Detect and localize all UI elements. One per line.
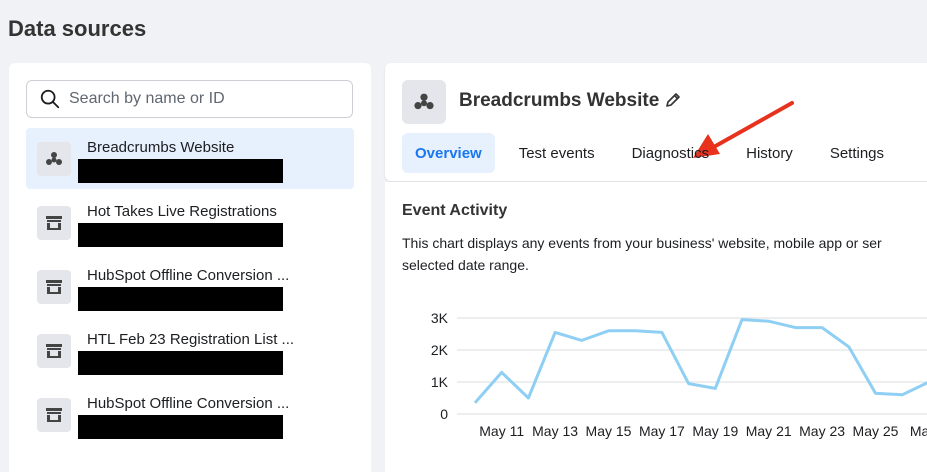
source-list: Breadcrumbs Website Hot Takes Live Regis… [26, 128, 354, 448]
description-line: selected date range. [402, 257, 529, 273]
source-item[interactable]: Hot Takes Live Registrations [26, 192, 354, 253]
x-tick-label: May 13 [532, 423, 578, 439]
source-item[interactable]: Breadcrumbs Website [26, 128, 354, 189]
tab-history[interactable]: History [733, 133, 806, 173]
source-item[interactable]: HubSpot Offline Conversion ... [26, 256, 354, 317]
x-tick-label: May 11 [479, 423, 524, 439]
x-tick-label: May 23 [799, 423, 845, 439]
redacted-id [78, 287, 283, 311]
x-tick-label: May 25 [853, 423, 899, 439]
pixel-icon [402, 80, 446, 124]
tab-bar: Overview Test events Diagnostics History… [402, 133, 908, 173]
tab-diagnostics[interactable]: Diagnostics [619, 133, 723, 173]
redacted-id [78, 415, 283, 439]
page-title: Data sources [8, 16, 147, 41]
source-name: Hot Takes Live Registrations [87, 203, 277, 220]
source-name: HubSpot Offline Conversion ... [87, 267, 290, 284]
source-name: HubSpot Offline Conversion ... [87, 395, 290, 412]
y-tick-label: 3K [431, 310, 449, 326]
store-icon [37, 334, 71, 368]
event-activity-title: Event Activity [402, 202, 508, 219]
source-item[interactable]: HTL Feb 23 Registration List ... [26, 320, 354, 381]
redacted-id [78, 223, 283, 247]
x-tick-label: May 19 [692, 423, 738, 439]
y-tick-label: 2K [431, 342, 449, 358]
event-activity-chart: 3K 2K 1K 0 May 11 May 13 May 15 May 17 May 19 May… [431, 310, 927, 439]
store-icon [37, 206, 71, 240]
search-input[interactable] [69, 90, 329, 108]
x-tick-label: May [910, 423, 927, 439]
source-item[interactable]: HubSpot Offline Conversion ... [26, 384, 354, 445]
y-tick-label: 1K [431, 374, 449, 390]
redacted-id [78, 351, 283, 375]
x-tick-label: May 21 [746, 423, 792, 439]
x-tick-label: May 15 [586, 423, 632, 439]
search-box[interactable] [26, 80, 353, 118]
data-source-title: Breadcrumbs Website [459, 90, 660, 111]
source-name: HTL Feb 23 Registration List ... [87, 331, 295, 348]
search-icon [40, 89, 60, 109]
store-icon [37, 398, 71, 432]
event-activity-description: This chart displays any events from your… [402, 232, 927, 276]
store-icon [37, 270, 71, 304]
series-line [473, 318, 927, 404]
event-activity-panel: Event Activity This chart displays any e… [385, 182, 927, 472]
tab-settings[interactable]: Settings [817, 133, 897, 173]
x-tick-label: May 17 [639, 423, 685, 439]
source-name: Breadcrumbs Website [87, 139, 235, 156]
data-source-header: Breadcrumbs Website Overview Test events… [385, 63, 927, 181]
pixel-icon [37, 142, 71, 176]
description-line: This chart displays any events from your… [402, 235, 882, 251]
tab-overview[interactable]: Overview [402, 133, 495, 173]
redacted-id [78, 159, 283, 183]
pencil-icon[interactable] [663, 90, 683, 110]
y-tick-label: 0 [440, 406, 448, 422]
data-sources-list-panel: Breadcrumbs Website Hot Takes Live Regis… [9, 63, 371, 472]
tab-test-events[interactable]: Test events [506, 133, 608, 173]
